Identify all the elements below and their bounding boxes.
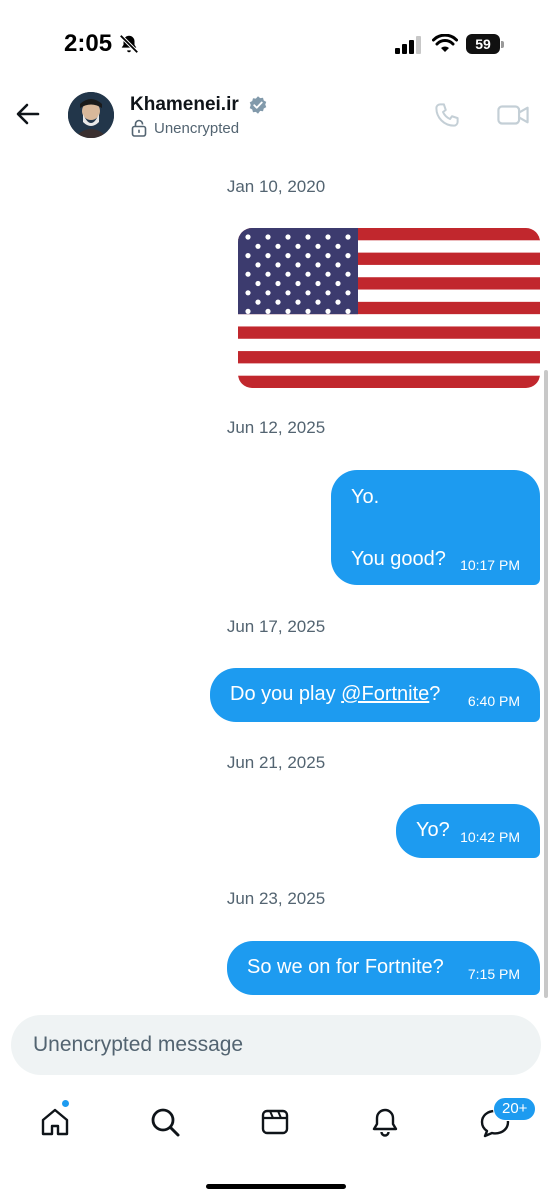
message-bubble[interactable]: Do you play @Fortnite? 6:40 PM [210, 668, 540, 722]
signal-icon [395, 36, 421, 54]
date-separator: Jun 17, 2025 [226, 617, 326, 636]
phone-icon[interactable] [432, 100, 462, 130]
verified-icon [249, 96, 267, 114]
bell-icon[interactable] [365, 1102, 405, 1142]
home-icon[interactable] [35, 1102, 75, 1142]
date-separator: Jun 12, 2025 [226, 418, 326, 437]
messages-badge: 20+ [493, 1097, 537, 1121]
message-time: 6:40 PM [467, 693, 520, 709]
search-icon[interactable] [145, 1102, 185, 1142]
bell-off-icon [119, 34, 139, 54]
fortnite-mention-link[interactable]: @Fortnite [341, 683, 429, 705]
message-text-prefix: Do you play [230, 683, 342, 705]
message-text: Yo? [416, 819, 450, 841]
message-bubble[interactable]: Yo. You good? 10:17 PM [331, 470, 540, 585]
battery-level: 59 [466, 34, 500, 54]
avatar-image [68, 92, 114, 138]
video-icon[interactable] [496, 100, 530, 130]
status-bar: 2:05 59 [0, 0, 552, 90]
contact-name[interactable]: Khamenei.ir [130, 94, 239, 116]
date-separator: Jun 23, 2025 [226, 889, 326, 908]
message-text: So we on for Fortnite? [247, 956, 444, 978]
message-time: 7:15 PM [467, 966, 520, 982]
scrollbar[interactable] [544, 370, 548, 998]
conversation-header: Khamenei.ir Unencrypted [0, 88, 552, 148]
message-text: Do you play @Fortnite? [230, 679, 440, 710]
bottom-nav [0, 1090, 552, 1150]
avatar[interactable] [68, 92, 114, 138]
home-notification-dot [61, 1099, 70, 1108]
back-arrow-icon[interactable] [12, 98, 44, 130]
media-icon[interactable] [255, 1102, 295, 1142]
message-input[interactable] [33, 1015, 523, 1075]
message-bubble[interactable]: So we on for Fortnite? 7:15 PM [227, 941, 540, 995]
lock-icon [131, 119, 147, 137]
status-time: 2:05 [64, 30, 113, 57]
message-composer [11, 1015, 541, 1075]
message-time: 10:17 PM [460, 557, 520, 573]
wifi-icon [432, 34, 458, 52]
battery-icon: 59 [466, 34, 504, 54]
flag-graphic [238, 228, 540, 388]
date-separator: Jun 21, 2025 [226, 753, 326, 772]
message-text-suffix: ? [429, 683, 441, 705]
date-separator: Jan 10, 2020 [226, 177, 326, 196]
us-flag-image[interactable] [238, 228, 540, 388]
message-time: 10:42 PM [460, 829, 520, 845]
encryption-status: Unencrypted [154, 120, 240, 137]
message-bubble[interactable]: Yo? 10:42 PM [396, 804, 540, 858]
message-text: Yo. You good? [351, 486, 446, 570]
home-indicator[interactable] [206, 1184, 346, 1189]
